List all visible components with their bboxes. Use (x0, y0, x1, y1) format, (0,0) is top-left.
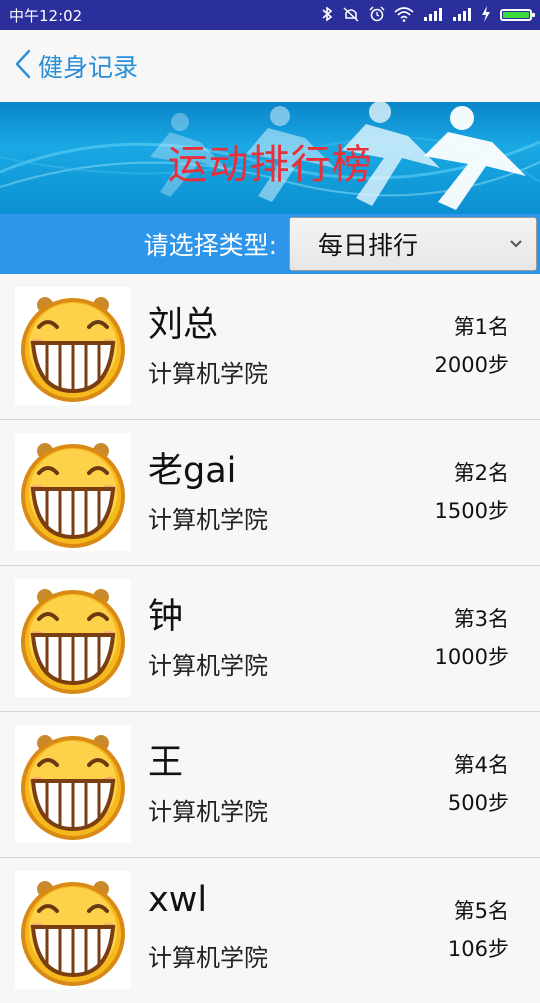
type-dropdown[interactable]: 每日排行 (289, 217, 537, 271)
rank-label: 第1名 (453, 315, 509, 339)
back-button[interactable]: 健身记录 (14, 48, 138, 84)
ranking-row[interactable]: 老gai 计算机学院 第2名 1500步 (0, 420, 540, 566)
avatar (15, 579, 131, 697)
step-count: 106步 (447, 937, 509, 961)
laughing-face-icon (21, 297, 125, 402)
ranking-row[interactable]: 王 计算机学院 第4名 500步 (0, 712, 540, 858)
battery-icon (500, 9, 535, 21)
chevron-down-icon (510, 237, 522, 252)
user-name: 王 (148, 743, 184, 783)
user-college: 计算机学院 (148, 360, 268, 388)
user-name: 钟 (148, 597, 184, 637)
ranking-list: 刘总 计算机学院 第1名 2000步 老gai 计算机学院 第2名 1500步 … (0, 274, 540, 1003)
rank-label: 第5名 (453, 899, 509, 923)
user-college: 计算机学院 (148, 652, 268, 680)
avatar (15, 725, 131, 843)
banner-title: 运动排行榜 (167, 142, 373, 188)
rank-label: 第2名 (453, 461, 509, 485)
laughing-face-icon (21, 589, 125, 694)
user-name: 刘总 (148, 305, 219, 345)
type-selector-row: 请选择类型: 每日排行 (0, 214, 540, 274)
banner-image: 运动排行榜 (0, 102, 540, 214)
status-bar: 中午12:02 (0, 0, 540, 30)
ranking-row[interactable]: 钟 计算机学院 第3名 1000步 (0, 566, 540, 712)
wifi-icon (394, 6, 414, 25)
bluetooth-icon (321, 5, 333, 25)
rank-label: 第3名 (453, 607, 509, 631)
laughing-face-icon (21, 735, 125, 840)
app-header: 健身记录 (0, 30, 540, 102)
step-count: 2000步 (434, 353, 509, 377)
signal-icon (452, 7, 472, 24)
avatar (15, 433, 131, 551)
avatar (15, 287, 131, 405)
step-count: 1000步 (434, 645, 509, 669)
chevron-left-icon (14, 49, 32, 83)
user-college: 计算机学院 (148, 944, 268, 972)
ranking-row[interactable]: xwl 计算机学院 第5名 106步 (0, 858, 540, 1003)
user-college: 计算机学院 (148, 506, 268, 534)
user-name: xwl (148, 880, 208, 920)
alarm-icon (369, 5, 385, 25)
avatar (15, 871, 131, 989)
step-count: 500步 (447, 791, 509, 815)
status-time: 中午12:02 (9, 6, 83, 25)
battery-level (503, 12, 529, 18)
dropdown-value: 每日排行 (318, 231, 419, 260)
header-title: 健身记录 (38, 53, 139, 82)
status-icons (321, 5, 540, 25)
ranking-row[interactable]: 刘总 计算机学院 第1名 2000步 (0, 274, 540, 420)
user-college: 计算机学院 (148, 798, 268, 826)
type-selector-label: 请选择类型: (143, 231, 277, 260)
laughing-face-icon (21, 881, 125, 986)
user-name: 老gai (148, 451, 237, 491)
rank-label: 第4名 (453, 753, 509, 777)
signal-icon (423, 7, 443, 24)
mute-icon (342, 6, 360, 25)
charging-icon (481, 5, 491, 25)
step-count: 1500步 (434, 499, 509, 523)
laughing-face-icon (21, 443, 125, 548)
